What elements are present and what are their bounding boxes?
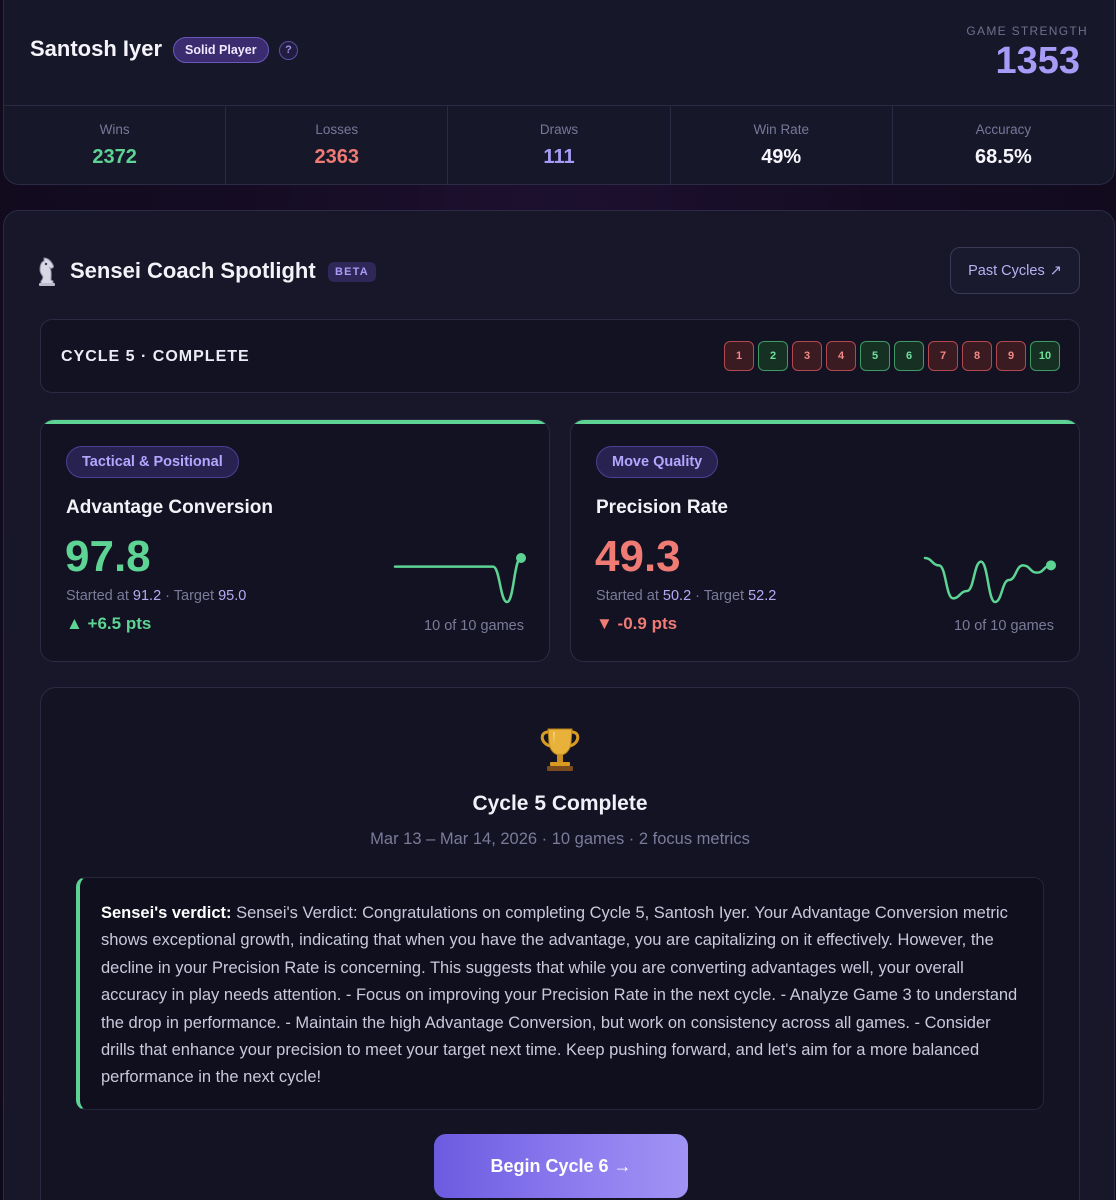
target-label: Target	[173, 588, 215, 604]
external-arrow-icon: ↗	[1049, 262, 1062, 279]
verdict-text: Sensei's Verdict: Congratulations on com…	[101, 904, 1018, 1087]
games-progress-note: 10 of 10 games	[424, 618, 524, 634]
started-label: Started at	[66, 588, 129, 604]
metric-card-advantage-conversion: Tactical & Positional Advantage Conversi…	[40, 419, 550, 662]
started-value: 50.2	[662, 588, 692, 604]
stat-value: 2372	[92, 146, 137, 168]
stat-draws: Draws 111	[448, 106, 671, 184]
past-cycles-label: Past Cycles	[968, 262, 1045, 279]
metric-category-tag: Move Quality	[596, 446, 719, 478]
chess-knight-icon	[39, 257, 55, 286]
profile-card: Santosh Iyer Solid Player ? GAME STRENGT…	[3, 0, 1115, 185]
stat-label: Win Rate	[753, 122, 809, 137]
games-progress-note: 10 of 10 games	[954, 618, 1054, 634]
stat-value: 68.5%	[975, 146, 1032, 168]
sparkline-latest-point	[1046, 560, 1056, 571]
sparkline-path	[393, 556, 523, 604]
game-strength-label: GAME STRENGTH	[966, 24, 1088, 38]
cycle-status-label: CYCLE 5 · COMPLETE	[61, 348, 250, 365]
game-chip[interactable]: 8	[962, 341, 992, 371]
game-chip[interactable]: 1	[724, 341, 754, 371]
sensei-verdict: Sensei's verdict: Sensei's Verdict: Cong…	[76, 877, 1044, 1110]
metric-category-tag: Tactical & Positional	[66, 446, 239, 478]
stat-value: 49%	[761, 146, 802, 168]
game-chip[interactable]: 7	[928, 341, 958, 371]
metric-card-precision-rate: Move Quality Precision Rate 49.3 Started…	[570, 419, 1080, 662]
stat-win-rate: Win Rate 49%	[671, 106, 893, 184]
metric-sparkline	[923, 556, 1056, 604]
started-value: 91.2	[132, 588, 162, 604]
game-chip[interactable]: 2	[758, 341, 788, 371]
stat-label: Accuracy	[975, 122, 1032, 137]
stat-label: Losses	[315, 122, 359, 137]
beta-badge: BETA	[328, 262, 376, 282]
stat-losses: Losses 2363	[226, 106, 449, 184]
game-chip[interactable]: 3	[792, 341, 822, 371]
summary-meta: Mar 13 – Mar 14, 2026 · 10 games · 2 foc…	[370, 830, 750, 848]
game-chip[interactable]: 10	[1030, 341, 1060, 371]
game-chip[interactable]: 6	[894, 341, 924, 371]
player-name: Santosh Iyer	[30, 36, 163, 61]
metric-delta: ▲ +6.5 pts	[66, 614, 152, 633]
game-strength-value: 1353	[995, 40, 1080, 82]
stat-wins: Wins 2372	[4, 106, 227, 184]
metric-delta: ▼ -0.9 pts	[596, 614, 678, 633]
metric-value: 49.3	[595, 532, 681, 581]
verdict-label: Sensei's verdict:	[101, 904, 237, 922]
started-label: Started at	[596, 588, 659, 604]
tier-badge: Solid Player	[173, 37, 269, 63]
metric-accent-bar	[41, 420, 549, 424]
begin-next-cycle-button[interactable]: Begin Cycle 6 →	[434, 1134, 688, 1198]
help-icon[interactable]: ?	[279, 41, 298, 60]
metric-name: Advantage Conversion	[66, 497, 273, 518]
target-value: 52.2	[748, 588, 777, 604]
stat-value: 2363	[314, 146, 360, 168]
past-cycles-button[interactable]: Past Cycles ↗	[950, 247, 1080, 294]
metric-value: 97.8	[65, 532, 151, 581]
metric-baseline: Started at 50.2 · Target 52.2	[596, 588, 777, 604]
cycle-summary-card: Cycle 5 Complete Mar 13 – Mar 14, 2026 ·…	[40, 687, 1080, 1200]
target-value: 95.0	[218, 588, 247, 604]
stat-accuracy: Accuracy 68.5%	[893, 106, 1114, 184]
game-chip[interactable]: 9	[996, 341, 1026, 371]
sparkline-latest-point	[516, 553, 526, 563]
game-chip[interactable]: 5	[860, 341, 890, 371]
trophy-icon	[540, 728, 580, 771]
stat-label: Draws	[539, 122, 579, 137]
target-label: Target	[703, 588, 745, 604]
coach-title: Sensei Coach Spotlight	[70, 258, 316, 283]
stats-row: Wins 2372 Losses 2363 Draws 111 Win Rate…	[4, 105, 1114, 184]
metric-name: Precision Rate	[596, 497, 728, 518]
metric-sparkline	[393, 553, 526, 604]
summary-title: Cycle 5 Complete	[472, 792, 648, 815]
metric-accent-bar	[571, 420, 1079, 424]
stat-label: Wins	[99, 122, 130, 137]
game-results: 1 2 3 4 5 6 7 8 9 10	[724, 341, 1060, 371]
metric-baseline: Started at 91.2 · Target 95.0	[66, 588, 247, 604]
stat-value: 111	[543, 146, 575, 168]
coach-panel: Sensei Coach Spotlight BETA Past Cycles …	[3, 210, 1115, 1200]
cycle-status-strip: CYCLE 5 · COMPLETE 1 2 3 4 5 6 7 8 9 10	[40, 319, 1080, 393]
game-chip[interactable]: 4	[826, 341, 856, 371]
sparkline-path	[923, 556, 1053, 604]
